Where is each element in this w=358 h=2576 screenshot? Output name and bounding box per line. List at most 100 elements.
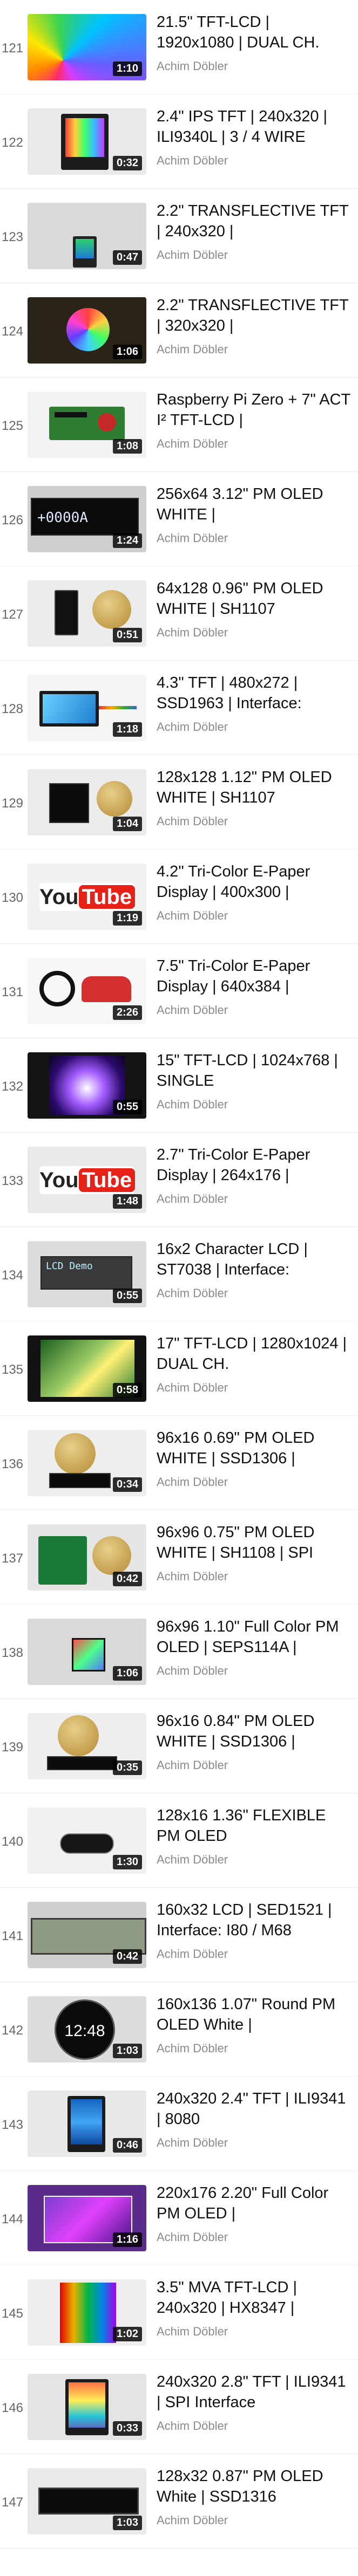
video-title[interactable]: 64x128 0.96" PM OLED WHITE | SH1107	[157, 578, 351, 619]
video-thumbnail[interactable]: 1:16	[28, 2185, 146, 2251]
channel-name[interactable]: Achim Döbler	[157, 531, 228, 545]
channel-name[interactable]: Achim Döbler	[157, 437, 228, 451]
video-title[interactable]: 4.3" TFT | 480x272 | SSD1963 | Interface…	[157, 673, 351, 714]
channel-name[interactable]: Achim Döbler	[157, 1003, 228, 1017]
playlist-row[interactable]: 127 0:51 64x128 0.96" PM OLED WHITE | SH…	[0, 566, 358, 661]
playlist-row[interactable]: 129 1:04 128x128 1.12" PM OLED WHITE | S…	[0, 755, 358, 849]
video-thumbnail[interactable]: You Tube 1:19	[28, 864, 146, 930]
channel-name[interactable]: Achim Döbler	[157, 2136, 228, 2150]
video-thumbnail[interactable]: 1:02	[28, 2279, 146, 2346]
playlist-row[interactable]: 138 1:06 96x96 1.10" Full Color PM OLED …	[0, 1605, 358, 1699]
video-title[interactable]: 128x16 1.36" FLEXIBLE PM OLED	[157, 1805, 351, 1846]
channel-name[interactable]: Achim Döbler	[157, 1853, 228, 1867]
channel-name[interactable]: Achim Döbler	[157, 1098, 228, 1112]
video-thumbnail[interactable]: 0:34	[28, 1430, 146, 1496]
video-thumbnail[interactable]: 0:58	[28, 1335, 146, 1402]
video-thumbnail[interactable]: 1:18	[28, 675, 146, 741]
video-thumbnail[interactable]: 0:42	[28, 1524, 146, 1591]
video-thumbnail[interactable]: 1:04	[28, 769, 146, 835]
video-thumbnail[interactable]: 1:06	[28, 1619, 146, 1685]
video-title[interactable]: 16x2 Character LCD | ST7038 | Interface:	[157, 1239, 351, 1280]
video-thumbnail[interactable]: 0:33	[28, 2374, 146, 2440]
playlist-row[interactable]: 137 0:42 96x96 0.75" PM OLED WHITE | SH1…	[0, 1510, 358, 1605]
channel-name[interactable]: Achim Döbler	[157, 2513, 228, 2527]
video-title[interactable]: 3.5" MVA TFT-LCD | 240x320 | HX8347 |	[157, 2277, 351, 2318]
video-thumbnail[interactable]: 12:48 1:03	[28, 1996, 146, 2063]
playlist-row[interactable]: 134 LCD Demo 0:55 16x2 Character LCD | S…	[0, 1227, 358, 1321]
playlist-row[interactable]: 122 0:32 2.4" IPS TFT | 240x320 | ILI934…	[0, 94, 358, 189]
channel-name[interactable]: Achim Döbler	[157, 1192, 228, 1206]
channel-name[interactable]: Achim Döbler	[157, 1758, 228, 1772]
playlist-row[interactable]: 145 1:02 3.5" MVA TFT-LCD | 240x320 | HX…	[0, 2265, 358, 2360]
video-thumbnail[interactable]: You Tube 1:48	[28, 1147, 146, 1213]
playlist-row[interactable]: 125 1:08 Raspberry Pi Zero + 7" ACT I² T…	[0, 378, 358, 472]
channel-name[interactable]: Achim Döbler	[157, 2325, 228, 2339]
video-thumbnail[interactable]: 0:46	[28, 2091, 146, 2157]
video-title[interactable]: 96x16 0.84" PM OLED WHITE | SSD1306 |	[157, 1711, 351, 1752]
video-thumbnail[interactable]: +0000A 1:24	[28, 486, 146, 552]
video-title[interactable]: 240x320 2.4" TFT | ILI9341 | 8080	[157, 2088, 351, 2129]
video-title[interactable]: 240x320 2.8" TFT | ILI9341 | SPI Interfa…	[157, 2372, 351, 2413]
video-title[interactable]: 160x32 LCD | SED1521 | Interface: I80 / …	[157, 1900, 351, 1941]
playlist-row[interactable]: 144 1:16 220x176 2.20" Full Color PM OLE…	[0, 2171, 358, 2265]
video-title[interactable]: 128x32 0.87" PM OLED White | SSD1316	[157, 2466, 351, 2507]
video-title[interactable]: 2.2" TRANSFLECTIVE TFT | 320x320 |	[157, 295, 351, 336]
channel-name[interactable]: Achim Döbler	[157, 59, 228, 73]
channel-name[interactable]: Achim Döbler	[157, 720, 228, 734]
channel-name[interactable]: Achim Döbler	[157, 814, 228, 828]
playlist-row[interactable]: 135 0:58 17" TFT-LCD | 1280x1024 | DUAL …	[0, 1321, 358, 1416]
video-thumbnail[interactable]: LCD Demo 0:55	[28, 1241, 146, 1307]
playlist-row[interactable]: 139 0:35 96x16 0.84" PM OLED WHITE | SSD…	[0, 1699, 358, 1793]
video-thumbnail[interactable]: 1:06	[28, 297, 146, 364]
channel-name[interactable]: Achim Döbler	[157, 1570, 228, 1584]
video-thumbnail[interactable]: 0:55	[28, 1052, 146, 1119]
playlist-row[interactable]: 136 0:34 96x16 0.69" PM OLED WHITE | SSD…	[0, 1416, 358, 1510]
video-title[interactable]: 128x128 1.12" PM OLED WHITE | SH1107	[157, 767, 351, 808]
playlist-row[interactable]: 132 0:55 15" TFT-LCD | 1024x768 | SINGLE…	[0, 1038, 358, 1133]
video-title[interactable]: 15" TFT-LCD | 1024x768 | SINGLE	[157, 1050, 351, 1091]
channel-name[interactable]: Achim Döbler	[157, 1947, 228, 1961]
video-thumbnail[interactable]: 0:51	[28, 580, 146, 647]
channel-name[interactable]: Achim Döbler	[157, 626, 228, 640]
video-thumbnail[interactable]: 0:35	[28, 1713, 146, 1779]
channel-name[interactable]: Achim Döbler	[157, 1381, 228, 1395]
playlist-row[interactable]: 131 2:26 7.5" Tri-Color E-Paper Display …	[0, 944, 358, 1038]
playlist-row[interactable]: 147 1:03 128x32 0.87" PM OLED White | SS…	[0, 2454, 358, 2548]
video-title[interactable]: 4.2" Tri-Color E-Paper Display | 400x300…	[157, 861, 351, 902]
video-title[interactable]: Raspberry Pi Zero + 7" ACT I² TFT-LCD |	[157, 389, 351, 430]
video-thumbnail[interactable]: 1:30	[28, 1807, 146, 1874]
channel-name[interactable]: Achim Döbler	[157, 2230, 228, 2244]
playlist-row[interactable]: 140 1:30 128x16 1.36" FLEXIBLE PM OLED A…	[0, 1793, 358, 1888]
video-title[interactable]: 17" TFT-LCD | 1280x1024 | DUAL CH.	[157, 1333, 351, 1374]
playlist-row[interactable]: 126 +0000A 1:24 256x64 3.12" PM OLED WHI…	[0, 472, 358, 566]
video-title[interactable]: 2.2" TRANSFLECTIVE TFT | 240x320 |	[157, 201, 351, 242]
video-title[interactable]: 96x96 1.10" Full Color PM OLED | SEPS114…	[157, 1616, 351, 1657]
channel-name[interactable]: Achim Döbler	[157, 909, 228, 923]
playlist-row[interactable]: 133 You Tube 1:48 2.7" Tri-Color E-Paper …	[0, 1133, 358, 1227]
video-title[interactable]: 220x176 2.20" Full Color PM OLED |	[157, 2183, 351, 2224]
video-title[interactable]: 160x136 1.07" Round PM OLED White |	[157, 1994, 351, 2035]
video-thumbnail[interactable]: 0:42	[28, 1902, 146, 1968]
playlist-row[interactable]: 124 1:06 2.2" TRANSFLECTIVE TFT | 320x32…	[0, 283, 358, 378]
video-title[interactable]: 96x96 0.75" PM OLED WHITE | SH1108 | SPI	[157, 1522, 351, 1563]
video-thumbnail[interactable]: 1:10	[28, 14, 146, 80]
channel-name[interactable]: Achim Döbler	[157, 1286, 228, 1300]
channel-name[interactable]: Achim Döbler	[157, 2041, 228, 2056]
video-thumbnail[interactable]: 1:03	[28, 2468, 146, 2534]
video-title[interactable]: 21.5" TFT-LCD | 1920x1080 | DUAL CH.	[157, 12, 351, 53]
channel-name[interactable]: Achim Döbler	[157, 1475, 228, 1489]
video-thumbnail[interactable]: 0:47	[28, 203, 146, 269]
video-thumbnail[interactable]: 1:08	[28, 392, 146, 458]
channel-name[interactable]: Achim Döbler	[157, 1664, 228, 1678]
playlist-row[interactable]: 130 You Tube 1:19 4.2" Tri-Color E-Paper …	[0, 849, 358, 944]
playlist-row[interactable]: 143 0:46 240x320 2.4" TFT | ILI9341 | 80…	[0, 2077, 358, 2171]
channel-name[interactable]: Achim Döbler	[157, 248, 228, 262]
video-title[interactable]: 2.4" IPS TFT | 240x320 | ILI9340L | 3 / …	[157, 106, 351, 147]
video-title[interactable]: 7.5" Tri-Color E-Paper Display | 640x384…	[157, 956, 351, 997]
video-thumbnail[interactable]: 0:32	[28, 108, 146, 175]
channel-name[interactable]: Achim Döbler	[157, 2419, 228, 2433]
playlist-row[interactable]: 142 12:48 1:03 160x136 1.07" Round PM OL…	[0, 1982, 358, 2077]
video-title[interactable]: 256x64 3.12" PM OLED WHITE |	[157, 484, 351, 525]
video-title[interactable]: 96x16 0.69" PM OLED WHITE | SSD1306 |	[157, 1428, 351, 1469]
playlist-row[interactable]: 123 0:47 2.2" TRANSFLECTIVE TFT | 240x32…	[0, 189, 358, 283]
